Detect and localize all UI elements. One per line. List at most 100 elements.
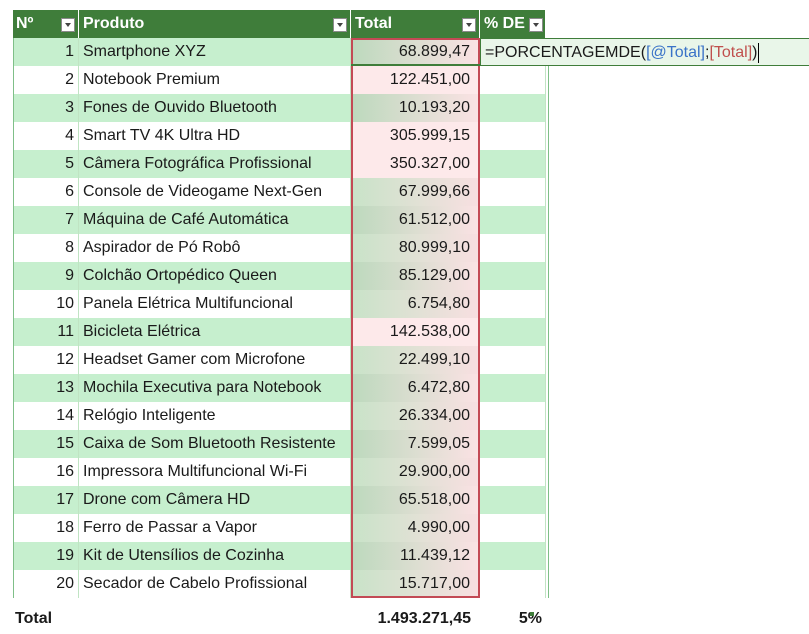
product-cell[interactable]: Console de Videogame Next-Gen [79,178,351,206]
pct-cell[interactable] [480,122,546,150]
pct-cell[interactable] [480,234,546,262]
row-number-cell[interactable]: 20 [13,570,79,598]
pct-cell[interactable] [480,318,546,346]
product-cell[interactable]: Kit de Utensílios de Cozinha [79,542,351,570]
row-number-cell[interactable]: 19 [13,542,79,570]
total-cell[interactable]: 26.334,00 [351,402,480,430]
total-cell[interactable]: 4.990,00 [351,514,480,542]
header-produto-label: Produto [83,15,145,32]
pct-cell[interactable] [480,458,546,486]
product-cell[interactable]: Fones de Ouvido Bluetooth [79,94,351,122]
total-cell[interactable]: 11.439,12 [351,542,480,570]
product-cell[interactable]: Relógio Inteligente [79,402,351,430]
product-cell[interactable]: Smart TV 4K Ultra HD [79,122,351,150]
product-cell[interactable]: Drone com Câmera HD [79,486,351,514]
total-cell[interactable]: 85.129,00 [351,262,480,290]
row-number-cell[interactable]: 7 [13,206,79,234]
total-cell[interactable]: 15.717,00 [351,570,480,598]
text-caret [758,42,760,63]
pct-cell[interactable] [480,486,546,514]
formula-ref-row-total: [@Total] [646,44,705,61]
header-produto[interactable]: Produto [79,10,351,38]
pct-cell[interactable] [480,430,546,458]
row-number-cell[interactable]: 12 [13,346,79,374]
total-cell[interactable]: 7.599,05 [351,430,480,458]
row-number-cell[interactable]: 4 [13,122,79,150]
formula-edit-cell[interactable]: =PORCENTAGEMDE([@Total];[Total]) [480,38,809,66]
row-number-cell[interactable]: 11 [13,318,79,346]
product-cell[interactable]: Mochila Executiva para Notebook [79,374,351,402]
totals-label[interactable]: Total [13,605,79,633]
header-total-label: Total [355,15,393,32]
row-number-cell[interactable]: 15 [13,430,79,458]
totals-pct-value[interactable]: 5% [480,605,546,633]
total-cell[interactable]: 65.518,00 [351,486,480,514]
pct-cell[interactable] [480,66,546,94]
pct-cell[interactable] [480,178,546,206]
formula-prefix: =PORCENTAGEMDE( [485,44,647,61]
row-number-cell[interactable]: 16 [13,458,79,486]
row-number-cell[interactable]: 2 [13,66,79,94]
filter-dropdown-icon[interactable] [333,18,347,32]
total-cell[interactable]: 68.899,47 [351,38,480,66]
product-cell[interactable]: Ferro de Passar a Vapor [79,514,351,542]
row-number-cell[interactable]: 17 [13,486,79,514]
filter-dropdown-icon[interactable] [462,18,476,32]
totals-total-value[interactable]: 1.493.271,45 [351,605,480,633]
total-cell[interactable]: 22.499,10 [351,346,480,374]
row-number-cell[interactable]: 10 [13,290,79,318]
product-cell[interactable]: Caixa de Som Bluetooth Resistente [79,430,351,458]
pct-cell[interactable] [480,206,546,234]
product-cell[interactable]: Headset Gamer com Microfone [79,346,351,374]
pct-cell[interactable] [480,542,546,570]
product-cell[interactable]: Máquina de Café Automática [79,206,351,234]
row-number-cell[interactable]: 9 [13,262,79,290]
row-number-cell[interactable]: 5 [13,150,79,178]
pct-cell[interactable] [480,262,546,290]
product-cell[interactable]: Aspirador de Pó Robô [79,234,351,262]
total-cell[interactable]: 61.512,00 [351,206,480,234]
total-cell[interactable]: 142.538,00 [351,318,480,346]
row-number-cell[interactable]: 1 [13,38,79,66]
product-cell[interactable]: Impressora Multifuncional Wi-Fi [79,458,351,486]
pct-cell[interactable] [480,514,546,542]
header-total[interactable]: Total [351,10,480,38]
product-cell[interactable]: Câmera Fotográfica Profissional [79,150,351,178]
total-cell[interactable]: 6.754,80 [351,290,480,318]
totals-produto-cell[interactable] [79,605,351,633]
row-number-cell[interactable]: 13 [13,374,79,402]
product-cell[interactable]: Secador de Cabelo Profissional [79,570,351,598]
total-cell[interactable]: 305.999,15 [351,122,480,150]
product-cell[interactable]: Panela Elétrica Multifuncional [79,290,351,318]
header-pct[interactable]: % DE [480,10,546,38]
pct-cell[interactable] [480,374,546,402]
total-cell[interactable]: 122.451,00 [351,66,480,94]
total-cell[interactable]: 80.999,10 [351,234,480,262]
product-cell[interactable]: Smartphone XYZ [79,38,351,66]
product-cell[interactable]: Notebook Premium [79,66,351,94]
pct-cell[interactable] [480,346,546,374]
total-cell[interactable]: 67.999,66 [351,178,480,206]
header-num[interactable]: Nº [13,10,79,38]
total-cell[interactable]: 29.900,00 [351,458,480,486]
row-number-cell[interactable]: 8 [13,234,79,262]
pct-cell[interactable] [480,402,546,430]
filter-dropdown-icon[interactable] [529,18,543,32]
pct-cell[interactable] [480,290,546,318]
pct-cell[interactable] [480,150,546,178]
row-number-cell[interactable]: 18 [13,514,79,542]
row-number-cell[interactable]: 6 [13,178,79,206]
table-resize-handle[interactable] [530,612,534,616]
product-cell[interactable]: Bicicleta Elétrica [79,318,351,346]
total-cell[interactable]: 6.472,80 [351,374,480,402]
header-pct-label: % DE [484,15,525,32]
total-cell[interactable]: 10.193,20 [351,94,480,122]
filter-dropdown-icon[interactable] [61,18,75,32]
pct-cell[interactable] [480,570,546,598]
product-cell[interactable]: Colchão Ortopédico Queen [79,262,351,290]
formula-suffix: ) [752,44,758,61]
row-number-cell[interactable]: 3 [13,94,79,122]
row-number-cell[interactable]: 14 [13,402,79,430]
pct-cell[interactable] [480,94,546,122]
total-cell[interactable]: 350.327,00 [351,150,480,178]
